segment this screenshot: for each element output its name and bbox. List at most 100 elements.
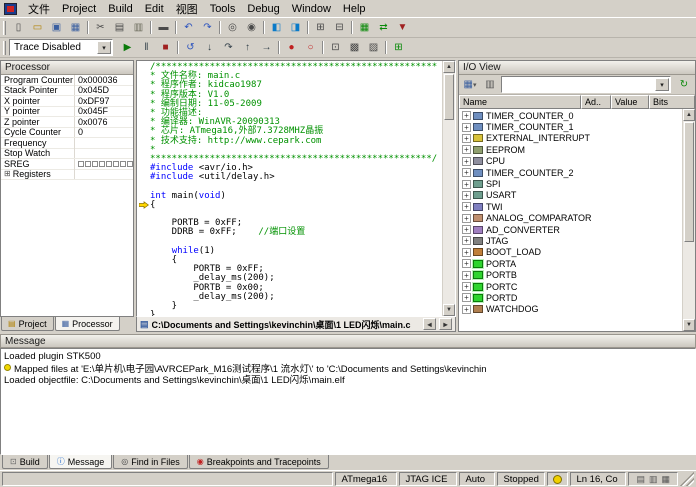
io-column-header-val[interactable]: Value <box>611 95 649 109</box>
menu-item-2[interactable]: Build <box>102 2 138 16</box>
remove-breakpoints-button[interactable]: ○ <box>301 39 320 56</box>
find-in-files-button[interactable]: ◉ <box>242 19 261 36</box>
io-row-twi[interactable]: + TWI <box>459 201 682 212</box>
expand-icon[interactable]: + <box>462 133 471 143</box>
processor-row[interactable]: Program Counter 0x000036 <box>1 75 133 86</box>
io-column-header-bits[interactable]: Bits <box>649 95 695 109</box>
resize-grip[interactable] <box>680 472 694 486</box>
io-vertical-scrollbar[interactable]: ▲ ▼ <box>682 109 695 331</box>
processor-row[interactable]: Y pointer 0x045F <box>1 106 133 117</box>
quickwatch-button[interactable]: ⊡ <box>326 39 345 56</box>
processor-row[interactable]: Stop Watch <box>1 148 133 159</box>
tab-project[interactable]: ▤ Project <box>1 317 54 331</box>
sreg-bit-checkbox[interactable] <box>85 160 91 167</box>
new-project-button[interactable]: ⊞ <box>311 19 330 36</box>
io-row-boot_load[interactable]: + BOOT_LOAD <box>459 247 682 258</box>
io-row-usart[interactable]: + USART <box>459 190 682 201</box>
sreg-bit-checkbox[interactable] <box>120 160 126 167</box>
document-path-tab[interactable]: C:\Documents and Settings\kevinchin\桌面\1… <box>152 318 420 331</box>
expand-icon[interactable]: + <box>462 236 471 246</box>
toggle-breakpoint-button[interactable]: ● <box>282 39 301 56</box>
io-register-combo[interactable]: ▾ <box>501 76 671 93</box>
device-programming-button[interactable]: ▦ <box>355 19 374 36</box>
simulator-options-button[interactable]: ▼ <box>393 19 412 36</box>
menu-item-1[interactable]: Project <box>56 2 102 16</box>
io-row-portd[interactable]: + PORTD <box>459 292 682 303</box>
expand-icon[interactable]: + <box>462 179 471 189</box>
processor-row[interactable]: SREG <box>1 158 133 170</box>
pause-button[interactable]: ‖ <box>137 39 156 56</box>
expand-icon[interactable]: + <box>462 304 471 314</box>
menu-item-5[interactable]: Tools <box>204 2 242 16</box>
output-tab-find-in-files[interactable]: ◎ Find in Files <box>113 455 188 469</box>
processor-row[interactable]: X pointer 0xDF97 <box>1 95 133 107</box>
scrollbar-thumb[interactable] <box>684 122 694 242</box>
io-row-spi[interactable]: + SPI <box>459 178 682 189</box>
new-file-button[interactable]: ▯ <box>9 19 28 36</box>
step-into-button[interactable]: ↓ <box>200 39 219 56</box>
expand-icon[interactable]: ⊞ <box>4 170 11 178</box>
io-row-porta[interactable]: + PORTA <box>459 258 682 269</box>
tab-scroll-left-icon[interactable]: ◂ <box>423 318 436 330</box>
sreg-bit-checkbox[interactable] <box>113 160 119 167</box>
processor-row[interactable]: Stack Pointer 0x045D <box>1 85 133 96</box>
scroll-down-icon[interactable]: ▼ <box>443 304 455 316</box>
step-out-button[interactable]: ↑ <box>238 39 257 56</box>
tab-processor[interactable]: ▦ Processor <box>54 317 120 331</box>
scroll-up-icon[interactable]: ▲ <box>443 61 455 73</box>
menu-item-3[interactable]: Edit <box>139 2 170 16</box>
run-button[interactable]: ▶ <box>118 39 137 56</box>
expand-icon[interactable]: + <box>462 122 471 132</box>
expand-icon[interactable]: + <box>462 282 471 292</box>
menu-item-6[interactable]: Debug <box>241 2 285 16</box>
io-row-timer_counter_0[interactable]: + TIMER_COUNTER_0 <box>459 110 682 121</box>
io-view-mode-button[interactable]: ▦ ▾ <box>461 77 479 93</box>
scroll-up-icon[interactable]: ▲ <box>683 109 695 121</box>
next-bookmark-button[interactable]: ◨ <box>286 19 305 36</box>
expand-icon[interactable]: + <box>462 259 471 269</box>
expand-icon[interactable]: + <box>462 293 471 303</box>
reset-button[interactable]: ↺ <box>181 39 200 56</box>
menu-item-8[interactable]: Help <box>337 2 372 16</box>
io-row-eeprom[interactable]: + EEPROM <box>459 144 682 155</box>
processor-row[interactable]: Frequency <box>1 137 133 149</box>
scrollbar-track[interactable] <box>683 243 695 319</box>
save-all-button[interactable]: ▦ <box>66 19 85 36</box>
message-log[interactable]: Loaded plugin STK500 Mapped files at 'E:\… <box>0 348 696 455</box>
io-refresh-button[interactable]: ↻ <box>675 77 693 93</box>
io-row-watchdog[interactable]: + WATCHDOG <box>459 304 682 315</box>
sreg-bit-checkbox[interactable] <box>106 160 112 167</box>
stop-debugging-button[interactable]: ■ <box>156 39 175 56</box>
io-row-external_interrupt[interactable]: + EXTERNAL_INTERRUPT <box>459 133 682 144</box>
save-button[interactable]: ▣ <box>47 19 66 36</box>
chevron-down-icon[interactable]: ▾ <box>655 78 669 91</box>
io-column-header-name[interactable]: Name <box>459 95 581 109</box>
menu-item-4[interactable]: 视图 <box>170 0 204 18</box>
expand-icon[interactable]: + <box>462 213 471 223</box>
expand-icon[interactable]: + <box>462 202 471 212</box>
io-row-ad_converter[interactable]: + AD_CONVERTER <box>459 224 682 235</box>
toggle-bookmark-button[interactable]: ◧ <box>267 19 286 36</box>
io-row-jtag[interactable]: + JTAG <box>459 235 682 246</box>
io-row-timer_counter_1[interactable]: + TIMER_COUNTER_1 <box>459 121 682 132</box>
find-button[interactable]: ◎ <box>223 19 242 36</box>
sreg-bit-checkbox[interactable] <box>99 160 105 167</box>
undo-button[interactable]: ↶ <box>179 19 198 36</box>
output-tab-breakpoints-and-tracepoints[interactable]: ◉ Breakpoints and Tracepoints <box>188 455 329 469</box>
disassembler-button[interactable]: ▨ <box>364 39 383 56</box>
expand-icon[interactable]: + <box>462 270 471 280</box>
sreg-bit-checkbox[interactable] <box>78 160 84 167</box>
toolbar-grip[interactable] <box>3 40 6 55</box>
expand-icon[interactable]: + <box>462 225 471 235</box>
io-row-analog_comparator[interactable]: + ANALOG_COMPARATOR <box>459 213 682 224</box>
io-row-portb[interactable]: + PORTB <box>459 269 682 280</box>
open-file-button[interactable]: ▭ <box>28 19 47 36</box>
sreg-bit-checkbox[interactable] <box>92 160 98 167</box>
connect-button[interactable]: ⇄ <box>374 19 393 36</box>
expand-icon[interactable]: + <box>462 145 471 155</box>
processor-row[interactable]: Cycle Counter 0 <box>1 127 133 138</box>
tab-scroll-right-icon[interactable]: ▸ <box>439 318 452 330</box>
sreg-bit-checkbox[interactable] <box>127 160 133 167</box>
output-tab-message[interactable]: ⓘ Message <box>48 455 113 469</box>
expand-icon[interactable]: + <box>462 168 471 178</box>
